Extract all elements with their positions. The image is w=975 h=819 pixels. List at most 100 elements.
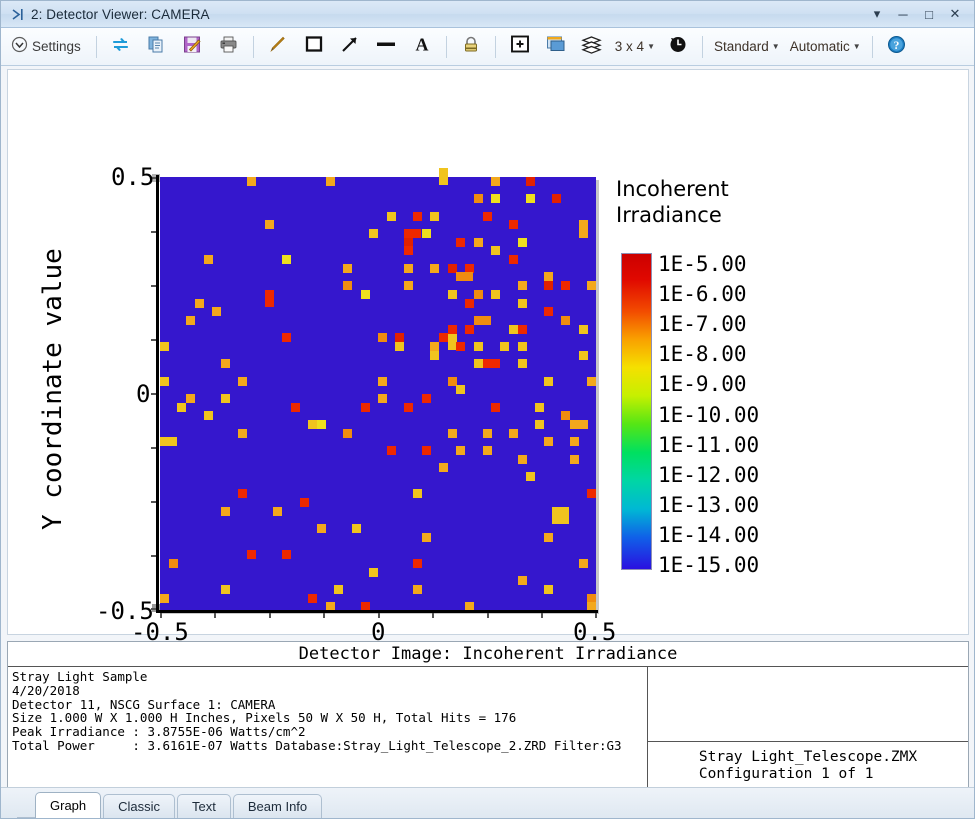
heatmap-cell	[544, 585, 553, 594]
info-file-column: Stray Light_Telescope.ZMX Configuration …	[648, 667, 968, 789]
heatmap-cell	[570, 420, 579, 429]
tab-graph[interactable]: Graph	[35, 792, 102, 818]
heatmap-cell	[308, 420, 317, 429]
pencil-tool-button[interactable]	[261, 31, 295, 63]
rectangle-icon	[304, 34, 324, 59]
layers-button[interactable]	[575, 31, 609, 63]
heatmap-cell	[544, 437, 553, 446]
save-button[interactable]	[176, 31, 210, 63]
x-tick-mark	[323, 613, 325, 618]
heatmap-cell	[204, 255, 213, 264]
help-button[interactable]: ?	[880, 31, 914, 63]
print-button[interactable]	[212, 31, 246, 63]
heatmap-cell	[430, 264, 439, 273]
y-tick-mark	[151, 339, 156, 341]
heatmap-cell	[221, 585, 230, 594]
window-style-button[interactable]	[539, 31, 573, 63]
grid-layout-dropdown[interactable]: 3 x 4 ▼	[611, 31, 659, 63]
automatic-dropdown[interactable]: Automatic ▼	[786, 31, 865, 63]
heatmap-cell	[308, 594, 317, 603]
heatmap-cell	[169, 559, 178, 568]
heatmap-cell	[317, 420, 326, 429]
line-tool-button[interactable]	[369, 31, 403, 63]
heatmap-cell	[413, 212, 422, 221]
colorbar-label: 1E-14.00	[658, 522, 760, 547]
maximize-button[interactable]: □	[916, 3, 942, 25]
info-panel: Detector Image: Incoherent Irradiance St…	[7, 641, 969, 789]
detector-heatmap[interactable]	[160, 168, 596, 611]
colorbar-label: 1E-15.00	[658, 553, 760, 577]
tab-beam-info[interactable]: Beam Info	[232, 794, 323, 818]
copy-button[interactable]	[140, 31, 174, 63]
refresh-clock-button[interactable]	[661, 31, 695, 63]
fit-window-button[interactable]	[503, 31, 537, 63]
text-tool-button[interactable]: A	[405, 31, 439, 63]
heatmap-cell	[526, 472, 535, 481]
close-button[interactable]: ✕	[942, 3, 968, 25]
heatmap-cell	[238, 377, 247, 386]
info-panel-header: Detector Image: Incoherent Irradiance	[8, 642, 968, 667]
y-tick-mark	[151, 231, 156, 233]
heatmap-cell	[387, 446, 396, 455]
heatmap-cell	[439, 333, 448, 342]
heatmap-cell	[404, 264, 413, 273]
heatmap-cell	[483, 446, 492, 455]
heatmap-cell	[456, 272, 473, 281]
refresh-button[interactable]	[104, 31, 138, 63]
y-axis-label: Y coordinate value	[38, 248, 68, 530]
colorbar-label: 1E-10.00	[658, 402, 760, 427]
heatmap-cell	[518, 325, 527, 334]
heatmap-cell	[247, 550, 256, 559]
rectangle-tool-button[interactable]	[297, 31, 331, 63]
heatmap-cell	[579, 220, 588, 229]
heatmap-cell	[160, 342, 169, 351]
tab-text[interactable]: Text	[177, 794, 231, 818]
heatmap-cell	[579, 325, 588, 334]
text-icon: A	[412, 34, 432, 59]
heatmap-cell	[518, 238, 527, 247]
heatmap-cell	[509, 429, 518, 438]
title-bar: 2: Detector Viewer: CAMERA ▾ ─ □ ✕	[1, 1, 974, 28]
heatmap-cell	[352, 524, 361, 533]
y-axis-line	[156, 175, 159, 613]
heatmap-cell	[483, 212, 492, 221]
chevron-down-icon: ▼	[852, 42, 861, 51]
help-icon: ?	[887, 35, 906, 59]
standard-dropdown[interactable]: Standard ▼	[710, 31, 784, 63]
arrow-tool-button[interactable]	[333, 31, 367, 63]
heatmap-cell	[343, 281, 352, 290]
heatmap-cell	[544, 307, 553, 316]
tab-classic[interactable]: Classic	[103, 794, 176, 818]
heatmap-cell	[343, 429, 352, 438]
heatmap-cell	[282, 550, 291, 559]
lock-button[interactable]	[454, 31, 488, 63]
chevron-down-icon: ▼	[647, 42, 655, 51]
detector-window-icon	[7, 5, 29, 23]
heatmap-cell	[552, 507, 569, 524]
heatmap-cell	[448, 325, 457, 334]
heatmap-cell	[413, 585, 422, 594]
colorbar-title-line2: Irradiance	[616, 203, 722, 228]
toolbar-separator	[95, 35, 97, 58]
heatmap-cell	[544, 377, 553, 386]
save-icon	[183, 35, 202, 59]
heatmap-cell	[439, 168, 448, 185]
x-tick-mark	[214, 613, 216, 618]
x-tick-mark	[432, 613, 434, 618]
settings-button[interactable]: Settings	[7, 31, 89, 63]
heatmap-cell	[474, 194, 483, 203]
y-tick-label-top: 0.5	[111, 163, 155, 191]
heatmap-cell	[456, 446, 465, 455]
toolbar-separator	[252, 35, 254, 58]
heatmap-cell	[413, 559, 422, 568]
heatmap-cell	[491, 290, 500, 299]
minimize-button[interactable]: ─	[890, 3, 916, 25]
heatmap-cell	[422, 533, 431, 542]
heatmap-cell	[474, 342, 483, 351]
x-tick-mark	[541, 613, 543, 618]
heatmap-cell	[491, 194, 500, 203]
heatmap-cell	[456, 342, 465, 351]
heatmap-cell	[439, 463, 448, 472]
heatmap-cell	[587, 377, 596, 386]
window-dropdown-button[interactable]: ▾	[864, 3, 890, 25]
